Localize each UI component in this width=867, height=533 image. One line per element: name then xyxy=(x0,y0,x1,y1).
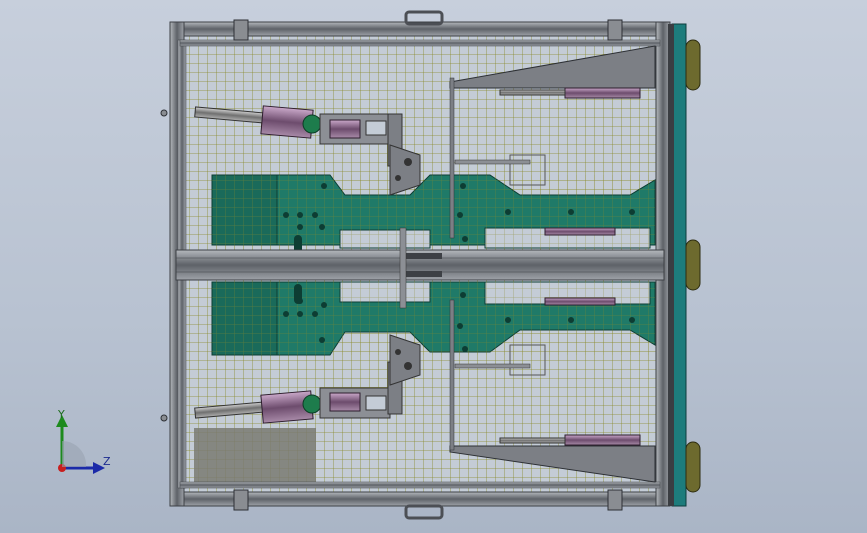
triad-graphic xyxy=(56,415,105,474)
y-axis-label: Y xyxy=(58,408,65,421)
caster-wheels xyxy=(685,39,701,493)
grey-block xyxy=(194,428,316,488)
z-axis-label: Z xyxy=(103,455,111,468)
carry-handle-bottom xyxy=(404,504,444,520)
axis-triad: Y Z xyxy=(40,405,120,485)
side-bar xyxy=(668,23,687,507)
assembly-model[interactable] xyxy=(0,0,867,533)
cad-viewport[interactable]: Y Z xyxy=(0,0,867,533)
